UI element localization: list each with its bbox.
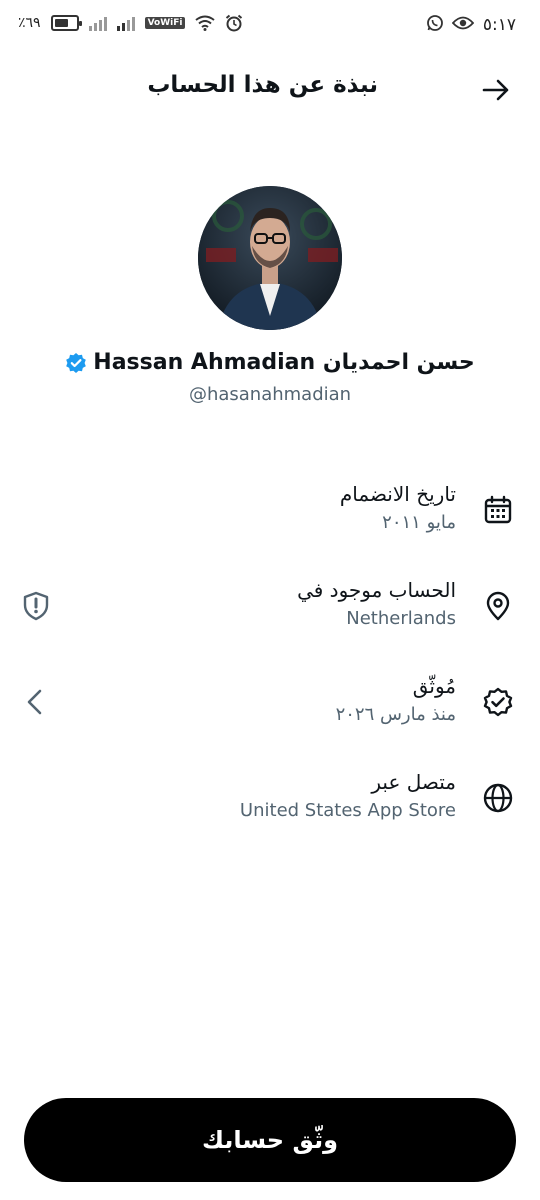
location-pin-icon [486, 591, 510, 621]
verified-seal-icon [483, 687, 513, 717]
back-arrow-icon[interactable] [480, 74, 512, 106]
whatsapp-icon [427, 15, 443, 31]
display-name-row: حسن احمديان Hassan Ahmadian [0, 350, 540, 375]
calendar-icon [484, 495, 512, 524]
status-time: ٥:١٧ [482, 15, 516, 35]
alarm-icon [226, 14, 243, 32]
status-right-group [426, 14, 474, 32]
globe-icon [483, 783, 513, 813]
info-row-location: الحساب موجود في Netherlands [0, 574, 540, 654]
info-row-verified[interactable]: مُوثّق منذ مارس ٢٠٢٦ [0, 670, 540, 750]
battery-icon [50, 15, 82, 31]
connected-value: United States App Store [239, 800, 456, 821]
signal-icon [88, 15, 107, 31]
display-name: حسن احمديان Hassan Ahmadian [93, 350, 475, 375]
page-header: نبذة عن هذا الحساب [0, 60, 540, 120]
verified-badge-icon [66, 352, 87, 373]
chevron-left-icon[interactable] [20, 686, 52, 718]
avatar-photo [198, 186, 342, 330]
connected-label: متصل عبر [371, 770, 456, 794]
page-title: نبذة عن هذا الحساب [147, 72, 378, 98]
eye-icon [452, 16, 474, 30]
info-row-joined: تاريخ الانضمام مايو ٢٠١١ [0, 478, 540, 558]
signal-icon-2 [116, 15, 135, 31]
status-left-group: ٪٦٩ VoWiFi [18, 14, 243, 32]
joined-label: تاريخ الانضمام [339, 482, 456, 506]
verified-label: مُوثّق [412, 674, 456, 698]
info-row-connected: متصل عبر United States App Store [0, 766, 540, 846]
verify-account-button[interactable]: وثّق حسابك [24, 1098, 516, 1182]
location-label: الحساب موجود في [297, 578, 456, 602]
info-text-connected: متصل عبر United States App Store [240, 770, 456, 821]
avatar[interactable] [198, 186, 342, 330]
joined-value: مايو ٢٠١١ [382, 512, 456, 533]
verified-value: منذ مارس ٢٠٢٦ [335, 704, 456, 725]
battery-fill [54, 19, 69, 27]
location-value: Netherlands [346, 608, 456, 629]
vowifi-badge: VoWiFi [144, 17, 186, 29]
user-handle: @hasanahmadian [188, 384, 352, 405]
shield-alert-icon[interactable] [20, 590, 52, 622]
status-bar: ٪٦٩ VoWiFi ٥:١٧ [0, 0, 540, 52]
info-text-location: الحساب موجود في Netherlands [297, 578, 456, 629]
battery-percent: ٪٦٩ [18, 15, 41, 31]
info-text-joined: تاريخ الانضمام مايو ٢٠١١ [340, 482, 456, 533]
info-text-verified: مُوثّق منذ مارس ٢٠٢٦ [336, 674, 456, 725]
wifi-icon [195, 15, 216, 31]
